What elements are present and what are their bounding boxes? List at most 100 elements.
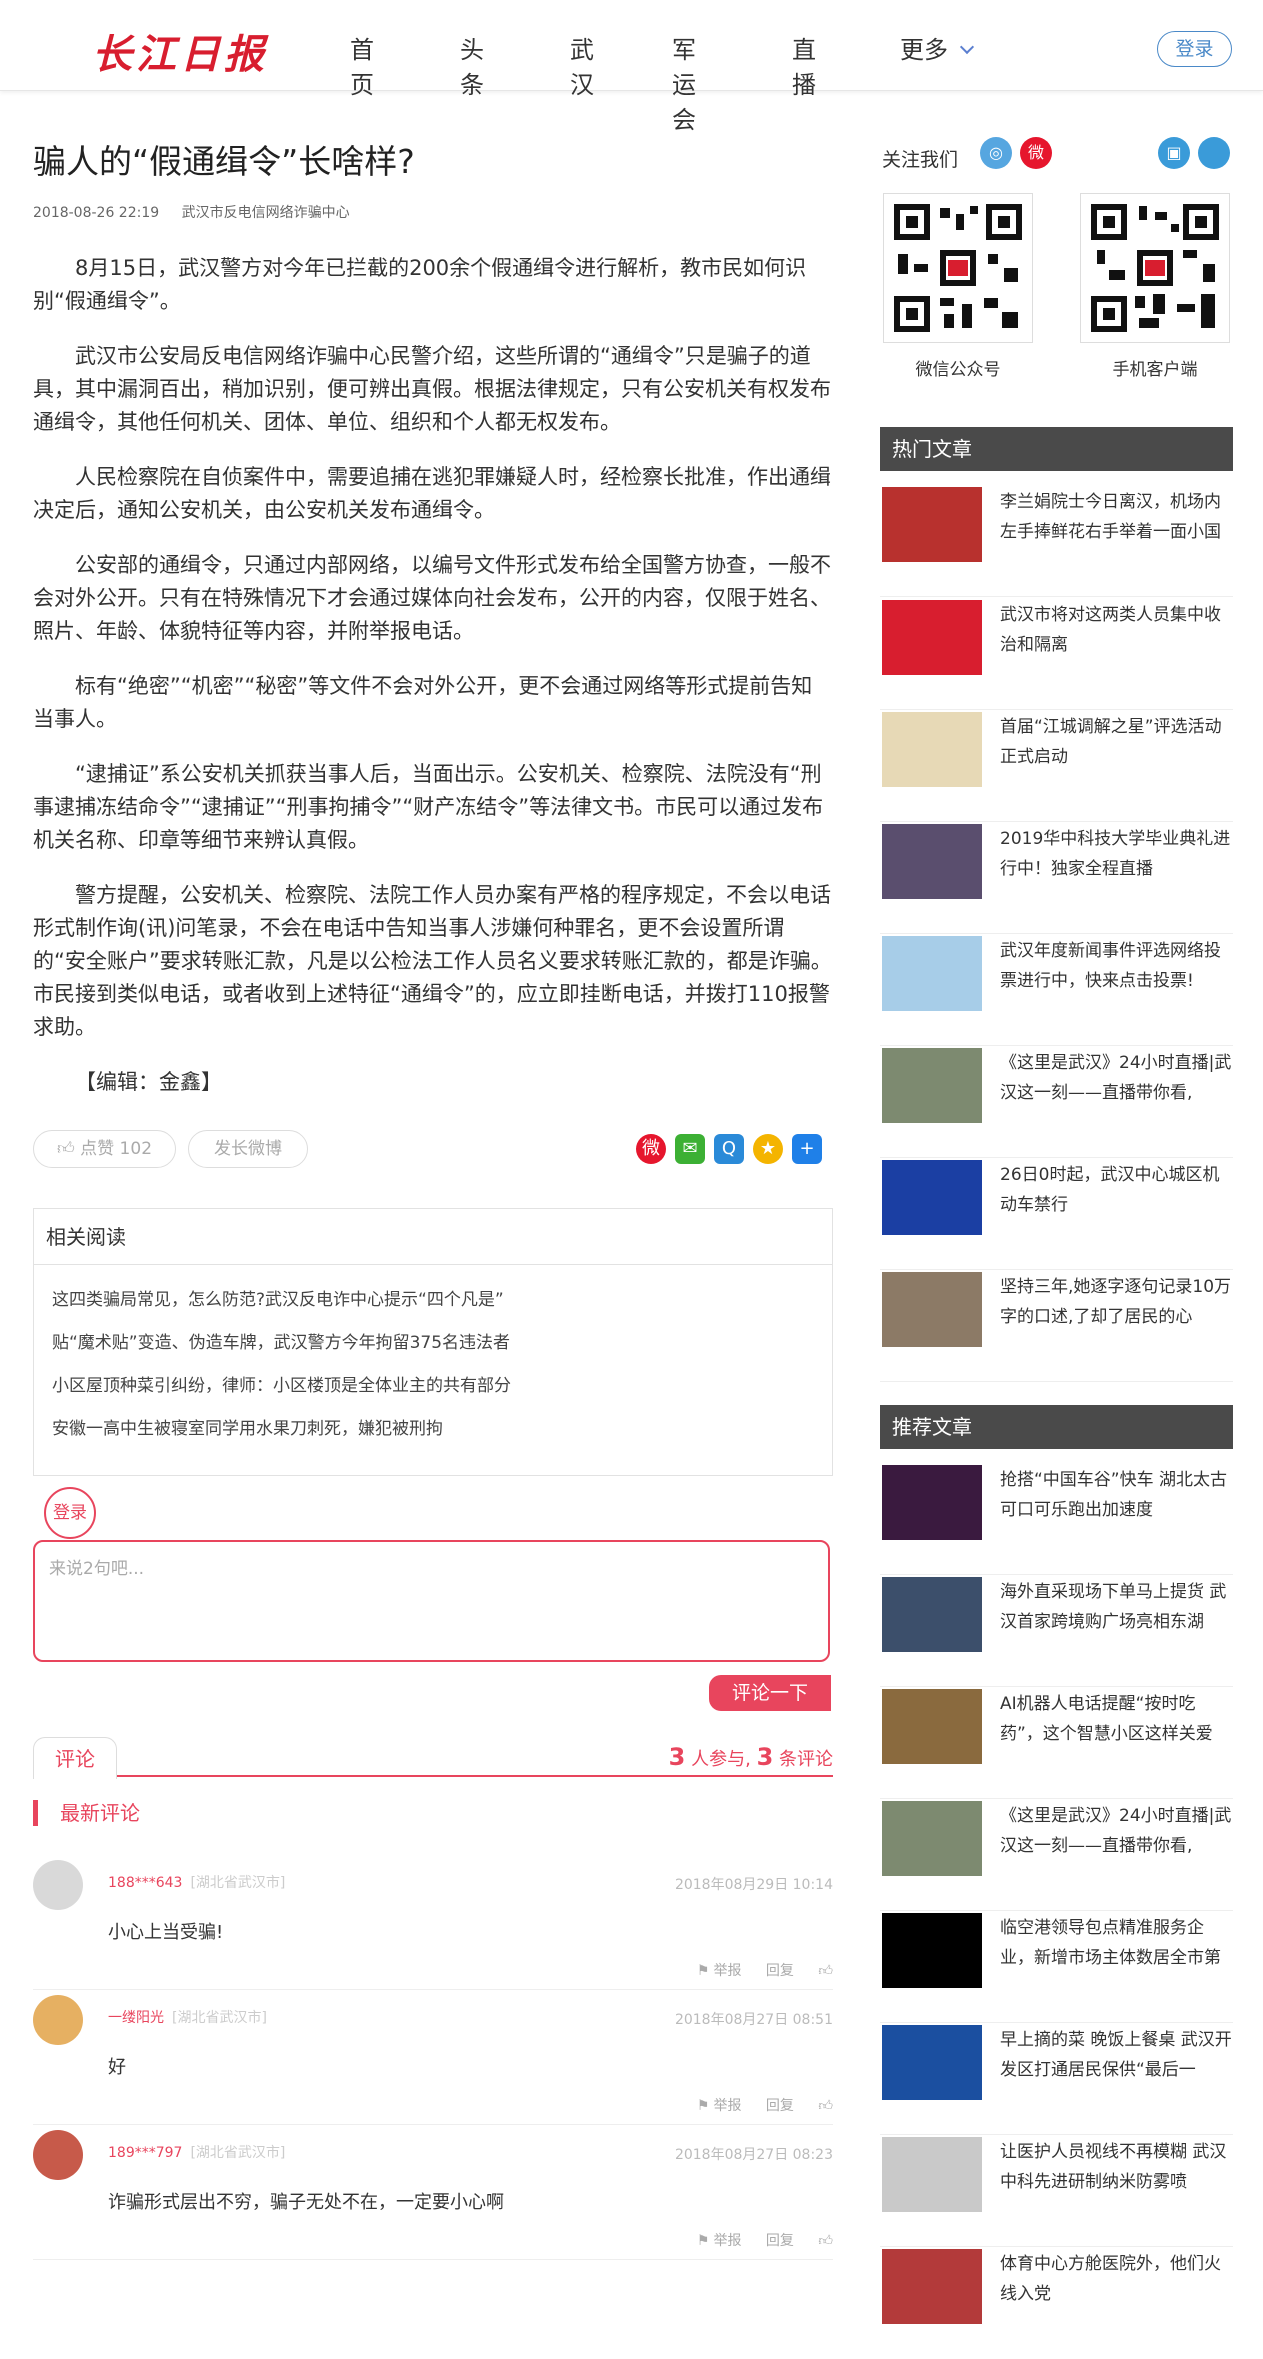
android-icon[interactable]: ▣	[1158, 137, 1190, 169]
reply-link[interactable]: 回复	[766, 2233, 794, 2249]
recommended-article[interactable]: AI机器人电话提醒“按时吃药”，这个智慧小区这样关爱	[880, 1689, 1233, 1799]
article-body: 8月15日，武汉警方对今年已拦截的200余个假通缉令进行解析，教市民如何识别“假…	[33, 252, 833, 1099]
recommended-article[interactable]: 《这里是武汉》24小时直播|武汉这一刻——直播带你看,	[880, 1801, 1233, 1911]
like-icon[interactable]: 👍︎	[818, 1963, 833, 1979]
comment-input[interactable]: 来说2句吧...	[33, 1540, 830, 1662]
article-title: 骗人的“假通缉令”长啥样?	[33, 142, 415, 181]
favorite-star-icon[interactable]: ★	[753, 1134, 783, 1164]
hot-article[interactable]: 2019华中科技大学毕业典礼进行中！独家全程直播	[880, 824, 1233, 934]
paragraph: 标有“绝密”“机密”“秘密”等文件不会对外公开，更不会通过网络等形式提前告知当事…	[33, 674, 813, 731]
hot-article[interactable]: 首届“江城调解之星”评选活动正式启动	[880, 712, 1233, 822]
related-link[interactable]: 这四类骗局常见，怎么防范?武汉反电诈中心提示“四个凡是”	[52, 1279, 832, 1322]
comment-location: [湖北省武汉市]	[172, 2010, 267, 2026]
recommended-article[interactable]: 抢搭“中国车谷”快车 湖北太古可口可乐跑出加速度	[880, 1465, 1233, 1575]
article-date: 2018-08-26 22:19	[33, 205, 160, 221]
comment-user: 188***643 [湖北省武汉市]	[108, 1872, 285, 1892]
comment-user: 189***797 [湖北省武汉市]	[108, 2142, 285, 2162]
related-link[interactable]: 小区屋顶种菜引纠纷，律师：小区楼顶是全体业主的共有部分	[52, 1365, 832, 1408]
thumbnail	[882, 1577, 982, 1652]
comment-username[interactable]: 188***643	[108, 1875, 182, 1891]
hot-article[interactable]: 李兰娟院士今日离汉，机场内左手捧鲜花右手举着一面小国	[880, 487, 1233, 597]
nav-live[interactable]: 直播	[792, 30, 816, 100]
recommended-article[interactable]: 早上摘的菜 晚饭上餐桌 武汉开发区打通居民保供“最后一	[880, 2025, 1233, 2135]
wechat-share-icon[interactable]: ✉	[675, 1134, 705, 1164]
hot-article-title[interactable]: 武汉市将对这两类人员集中收治和隔离	[1000, 600, 1235, 660]
comment-item: 一缕阳光 [湖北省武汉市] 2018年08月27日 08:51 好 ⚑ 举报 回复 …	[33, 1995, 833, 2125]
site-header: 长江日报 首页 头条 武汉 军运会 直播 更多 登录	[0, 0, 1263, 134]
recommended-title[interactable]: 临空港领导包点精准服务企业，新增市场主体数居全市第	[1000, 1913, 1235, 1973]
recommended-article[interactable]: 临空港领导包点精准服务企业，新增市场主体数居全市第	[880, 1913, 1233, 2023]
nav-home[interactable]: 首页	[350, 30, 374, 100]
hot-article-title[interactable]: 李兰娟院士今日离汉，机场内左手捧鲜花右手举着一面小国	[1000, 487, 1235, 547]
comment-tabs: 评论 3 人参与, 3 条评论	[33, 1737, 833, 1779]
comment-time: 2018年08月27日 08:51	[674, 2012, 833, 2028]
report-link[interactable]: 举报	[713, 2098, 741, 2114]
recommended-article[interactable]: 海外直采现场下单马上提货 武汉首家跨境购广场亮相东湖	[880, 1577, 1233, 1687]
hot-article-title[interactable]: 2019华中科技大学毕业典礼进行中！独家全程直播	[1000, 824, 1235, 884]
nav-headlines[interactable]: 头条	[460, 30, 484, 100]
comment-login-button[interactable]: 登录	[44, 1487, 96, 1539]
thumbnail	[882, 1048, 982, 1123]
weibo-follow-icon[interactable]: 微	[1020, 137, 1052, 169]
comment-user: 一缕阳光 [湖北省武汉市]	[108, 2007, 267, 2027]
hot-article[interactable]: 26日0时起，武汉中心城区机动车禁行	[880, 1160, 1233, 1270]
editor-credit: 【编辑：金鑫】	[75, 1070, 222, 1094]
reply-link[interactable]: 回复	[766, 2098, 794, 2114]
recommended-title[interactable]: 体育中心方舱医院外，他们火线入党	[1000, 2249, 1235, 2309]
recommended-heading: 推荐文章	[880, 1405, 1233, 1449]
hot-article[interactable]: 坚持三年,她逐字逐句记录10万字的口述,了却了居民的心	[880, 1272, 1233, 1382]
wechat-follow-icon[interactable]: ◎	[980, 137, 1012, 169]
hot-article-title[interactable]: 《这里是武汉》24小时直播|武汉这一刻——直播带你看,	[1000, 1048, 1235, 1108]
recommended-article[interactable]: 让医护人员视线不再模糊 武汉中科先进研制纳米防雾喷	[880, 2137, 1233, 2247]
related-link[interactable]: 安徽一高中生被寝室同学用水果刀刺死，嫌犯被刑拘	[52, 1408, 832, 1451]
app-qr-label: 手机客户端	[1112, 360, 1198, 380]
weibo-share-icon[interactable]: 微	[636, 1134, 666, 1164]
reply-link[interactable]: 回复	[766, 1963, 794, 1979]
hot-article-title[interactable]: 武汉年度新闻事件评选网络投票进行中，快来点击投票!	[1000, 936, 1235, 996]
participant-label: 人参与,	[691, 1749, 751, 1770]
hot-article[interactable]: 武汉年度新闻事件评选网络投票进行中，快来点击投票!	[880, 936, 1233, 1046]
hot-article[interactable]: 《这里是武汉》24小时直播|武汉这一刻——直播带你看,	[880, 1048, 1233, 1158]
like-button[interactable]: 👍︎ 点赞 102	[33, 1130, 176, 1168]
login-button[interactable]: 登录	[1157, 31, 1232, 67]
report-link[interactable]: 举报	[713, 1963, 741, 1979]
comment-time: 2018年08月29日 10:14	[674, 1877, 833, 1893]
weibo-post-button[interactable]: 发长微博	[188, 1130, 308, 1168]
recommended-title[interactable]: 让医护人员视线不再模糊 武汉中科先进研制纳米防雾喷	[1000, 2137, 1235, 2197]
hot-article-title[interactable]: 26日0时起，武汉中心城区机动车禁行	[1000, 1160, 1235, 1220]
tab-comments[interactable]: 评论	[33, 1737, 117, 1779]
flag-icon: ⚑	[696, 2098, 710, 2114]
hot-article-title[interactable]: 坚持三年,她逐字逐句记录10万字的口述,了却了居民的心	[1000, 1272, 1235, 1332]
thumbnail	[882, 1160, 982, 1235]
more-share-icon[interactable]: +	[792, 1134, 822, 1164]
avatar	[33, 1995, 83, 2045]
paragraph: 公安部的通缉令，只通过内部网络，以编号文件形式发布给全国警方协查，一般不会对外公…	[33, 553, 831, 643]
related-link[interactable]: 贴“魔术贴”变造、伪造车牌，武汉警方今年拘留375名违法者	[52, 1322, 832, 1365]
comment-username[interactable]: 189***797	[108, 2145, 182, 2161]
thumbnail	[882, 2249, 982, 2324]
thumbnail	[882, 936, 982, 1011]
hot-article[interactable]: 武汉市将对这两类人员集中收治和隔离	[880, 600, 1233, 710]
hot-article-title[interactable]: 首届“江城调解之星”评选活动正式启动	[1000, 712, 1235, 772]
site-logo[interactable]: 长江日报	[92, 22, 268, 80]
recommended-title[interactable]: AI机器人电话提醒“按时吃药”，这个智慧小区这样关爱	[1000, 1689, 1235, 1749]
nav-military-games[interactable]: 军运会	[672, 30, 696, 135]
paragraph: 8月15日，武汉警方对今年已拦截的200余个假通缉令进行解析，教市民如何识别“假…	[33, 256, 807, 313]
recommended-title[interactable]: 《这里是武汉》24小时直播|武汉这一刻——直播带你看,	[1000, 1801, 1235, 1861]
qq-share-icon[interactable]: Q	[714, 1134, 744, 1164]
submit-comment-button[interactable]: 评论一下	[709, 1675, 831, 1711]
recommended-article[interactable]: 体育中心方舱医院外，他们火线入党	[880, 2249, 1233, 2359]
thumbnail	[882, 487, 982, 562]
recommended-title[interactable]: 海外直采现场下单马上提货 武汉首家跨境购广场亮相东湖	[1000, 1577, 1235, 1637]
comment-counts: 3 人参与, 3 条评论	[669, 1743, 833, 1771]
like-icon[interactable]: 👍︎	[818, 2233, 833, 2249]
recommended-title[interactable]: 早上摘的菜 晚饭上餐桌 武汉开发区打通居民保供“最后一	[1000, 2025, 1235, 2085]
like-icon[interactable]: 👍︎	[818, 2098, 833, 2114]
comment-username[interactable]: 一缕阳光	[108, 2010, 164, 2026]
wechat-qr-code	[883, 193, 1033, 343]
report-link[interactable]: 举报	[713, 2233, 741, 2249]
apple-icon[interactable]	[1198, 137, 1230, 169]
nav-wuhan[interactable]: 武汉	[570, 30, 594, 100]
nav-more[interactable]: 更多	[900, 30, 975, 65]
recommended-title[interactable]: 抢搭“中国车谷”快车 湖北太古可口可乐跑出加速度	[1000, 1465, 1235, 1525]
